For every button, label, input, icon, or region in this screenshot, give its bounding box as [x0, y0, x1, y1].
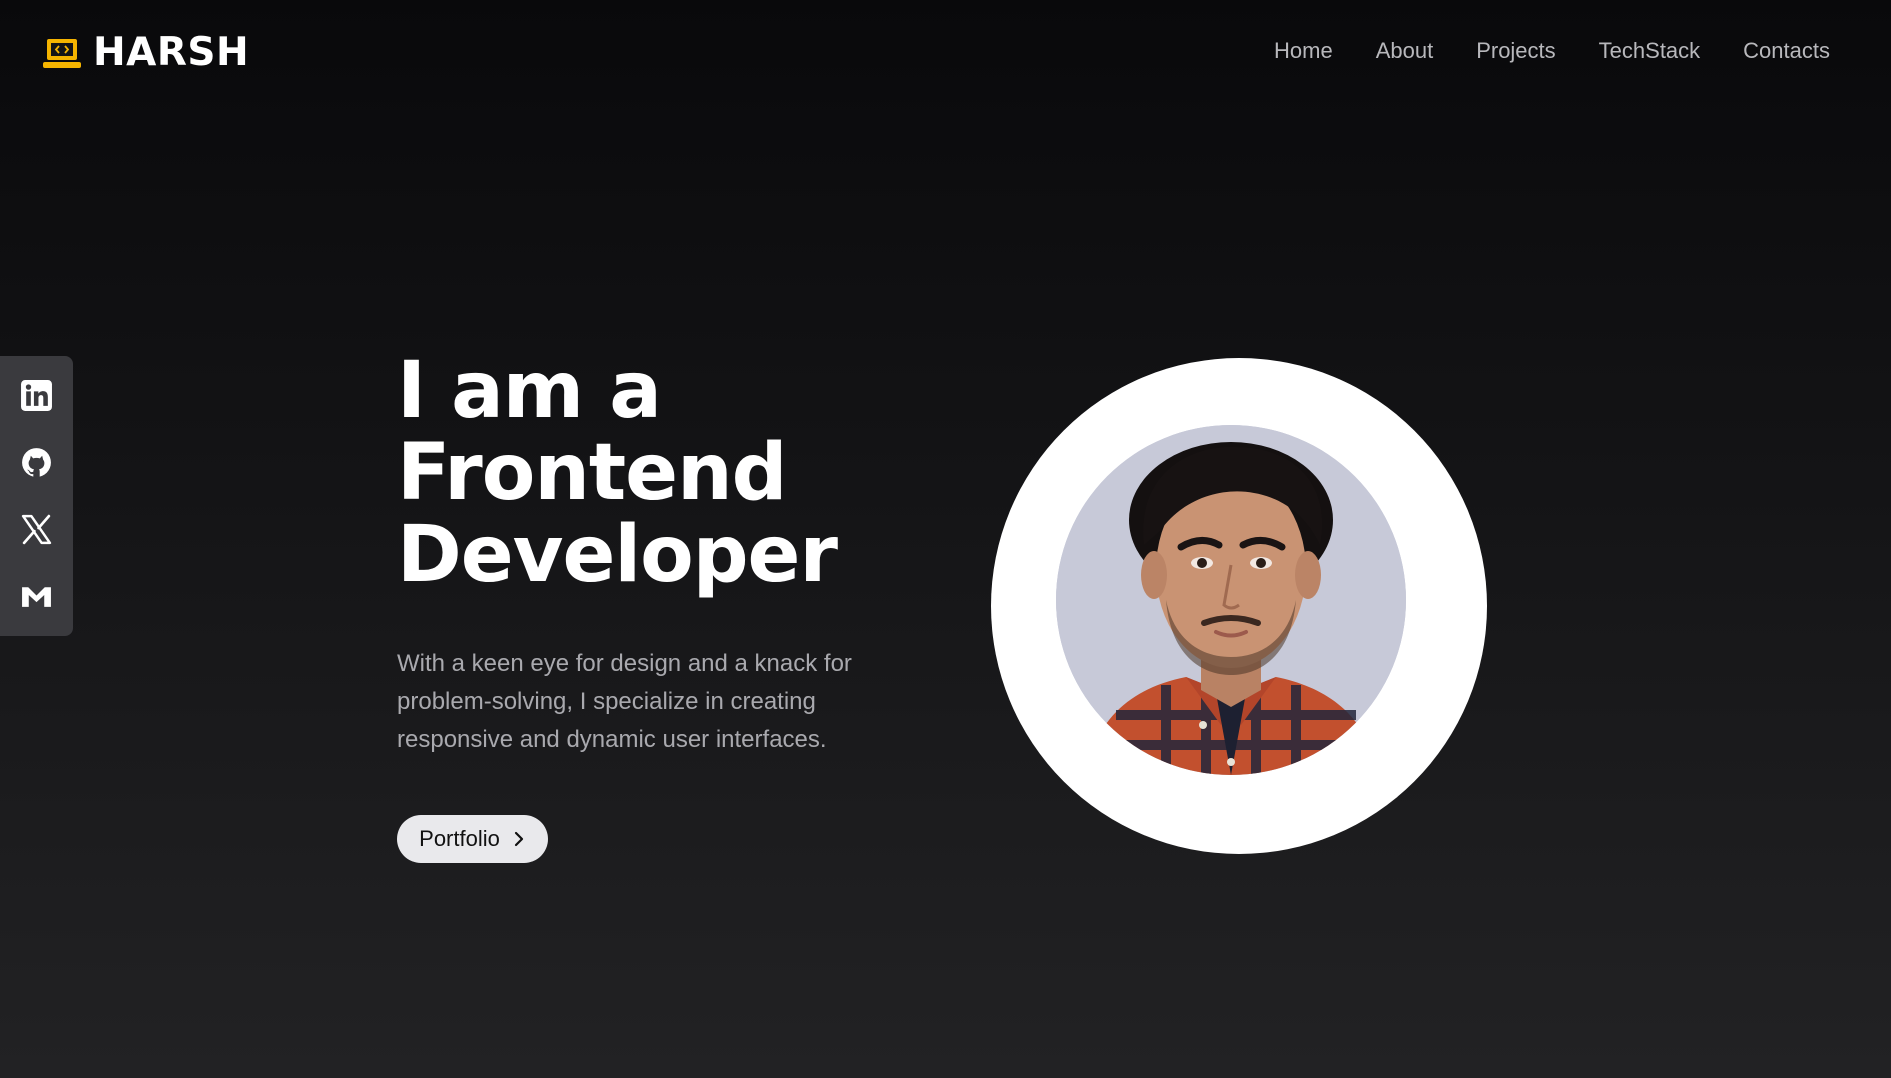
hero-title-line-3: Developer: [397, 510, 838, 600]
hero-title-line-1: I am a: [397, 346, 662, 436]
nav-link-projects[interactable]: Projects: [1476, 38, 1555, 63]
gmail-link[interactable]: [17, 577, 57, 617]
linkedin-icon: [21, 380, 52, 411]
portfolio-button[interactable]: Portfolio: [397, 815, 548, 863]
laptop-code-icon: [43, 38, 81, 68]
x-twitter-icon: [21, 514, 52, 545]
chevron-right-icon: [514, 831, 523, 847]
hero-title-line-2: Frontend: [397, 428, 787, 518]
github-icon: [22, 448, 51, 477]
nav-link-home[interactable]: Home: [1274, 38, 1333, 63]
brand-name: HARSH: [93, 30, 250, 75]
linkedin-link[interactable]: [17, 376, 57, 416]
hero-description: With a keen eye for design and a knack f…: [397, 650, 852, 753]
brand-logo-link[interactable]: HARSH: [43, 30, 249, 75]
profile-photo: [1056, 425, 1406, 775]
hero-title: I am a Frontend Developer: [397, 350, 957, 596]
nav-link-about[interactable]: About: [1376, 38, 1434, 63]
gmail-icon: [22, 587, 51, 607]
nav-menu: Home About Projects TechStack Contacts: [1274, 38, 1830, 64]
avatar-ring: [991, 358, 1487, 854]
nav-link-techstack[interactable]: TechStack: [1599, 38, 1701, 63]
navbar: HARSH Home About Projects TechStack Cont…: [0, 0, 1891, 108]
social-sidebar: [0, 356, 73, 636]
x-twitter-link[interactable]: [17, 510, 57, 550]
avatar: [1056, 425, 1406, 775]
nav-link-contacts[interactable]: Contacts: [1743, 38, 1830, 63]
portfolio-button-label: Portfolio: [419, 826, 500, 851]
github-link[interactable]: [17, 443, 57, 483]
